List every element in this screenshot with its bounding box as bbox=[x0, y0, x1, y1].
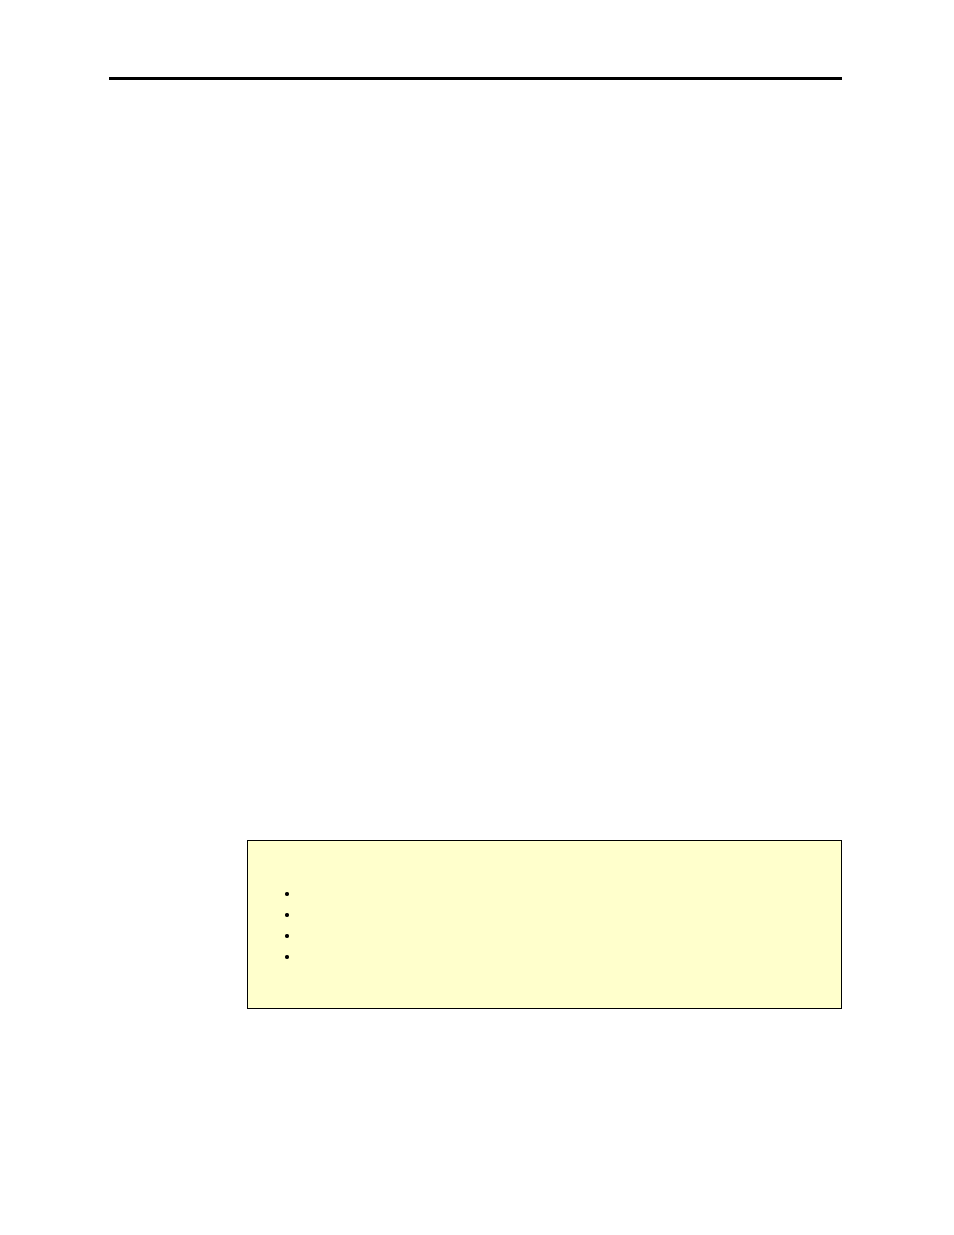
note-list-item bbox=[300, 885, 823, 906]
header-rule bbox=[109, 77, 842, 80]
note-box bbox=[247, 840, 842, 1009]
note-list-item bbox=[300, 948, 823, 969]
document-page bbox=[0, 0, 954, 1235]
note-list-item bbox=[300, 927, 823, 948]
note-list-item bbox=[300, 906, 823, 927]
note-list bbox=[266, 885, 823, 969]
